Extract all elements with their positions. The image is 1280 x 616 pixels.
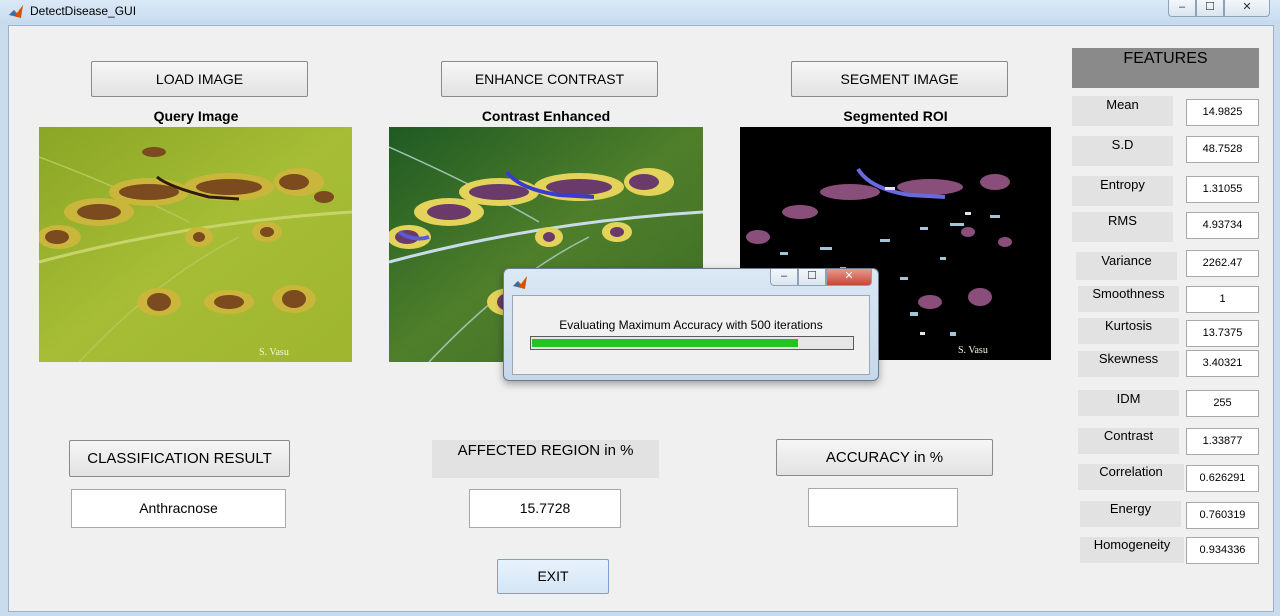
feature-label-skewness: Skewness <box>1078 351 1179 377</box>
segmented-roi-caption: Segmented ROI <box>843 108 948 124</box>
maximize-button[interactable]: ☐ <box>1196 0 1224 17</box>
title-bar: DetectDisease_GUI – ☐ ✕ <box>0 0 1280 24</box>
feature-value-homogeneity: 0.934336 <box>1186 537 1259 564</box>
load-image-button[interactable]: LOAD IMAGE <box>91 61 308 97</box>
feature-label-mean: Mean <box>1072 96 1173 126</box>
progress-bar-fill <box>532 339 798 347</box>
feature-label-energy: Energy <box>1080 501 1181 527</box>
accuracy-field <box>808 488 958 527</box>
matlab-icon <box>513 276 527 289</box>
feature-label-correlation: Correlation <box>1078 464 1184 490</box>
close-button[interactable]: ✕ <box>1224 0 1270 17</box>
enhance-contrast-button[interactable]: ENHANCE CONTRAST <box>441 61 658 97</box>
features-header: FEATURES <box>1072 48 1259 88</box>
exit-button[interactable]: EXIT <box>497 559 609 594</box>
feature-value-sd: 48.7528 <box>1186 136 1259 163</box>
feature-label-variance: Variance <box>1076 252 1177 280</box>
feature-label-smoothness: Smoothness <box>1078 286 1179 312</box>
feature-value-contrast: 1.33877 <box>1186 428 1259 455</box>
dialog-minimize-button[interactable]: – <box>770 269 798 286</box>
feature-value-correlation: 0.626291 <box>1186 465 1259 492</box>
feature-value-entropy: 1.31055 <box>1186 176 1259 203</box>
feature-label-entropy: Entropy <box>1072 176 1173 206</box>
query-image-caption: Query Image <box>153 108 239 124</box>
feature-label-rms: RMS <box>1072 212 1173 242</box>
segment-image-button[interactable]: SEGMENT IMAGE <box>791 61 1008 97</box>
feature-label-idm: IDM <box>1078 390 1179 416</box>
feature-label-sd: S.D <box>1072 136 1173 166</box>
feature-value-smoothness: 1 <box>1186 286 1259 313</box>
feature-label-contrast: Contrast <box>1078 428 1179 454</box>
classification-result-field: Anthracnose <box>71 489 286 528</box>
main-window: DetectDisease_GUI – ☐ ✕ LOAD IMAGE ENHAN… <box>0 0 1280 616</box>
query-image: S. Vasu <box>39 127 352 362</box>
feature-label-homogeneity: Homogeneity <box>1080 537 1184 563</box>
minimize-button[interactable]: – <box>1168 0 1196 17</box>
dialog-body: Evaluating Maximum Accuracy with 500 ite… <box>512 295 870 375</box>
window-title: DetectDisease_GUI <box>30 4 137 18</box>
dialog-close-button[interactable]: ✕ <box>826 269 872 286</box>
feature-value-idm: 255 <box>1186 390 1259 417</box>
feature-value-mean: 14.9825 <box>1186 99 1259 126</box>
query-watermark: S. Vasu <box>259 347 289 358</box>
affected-region-label: AFFECTED REGION in % <box>432 440 659 478</box>
feature-label-kurtosis: Kurtosis <box>1078 318 1179 344</box>
classification-result-button[interactable]: CLASSIFICATION RESULT <box>69 440 290 477</box>
dialog-maximize-button[interactable]: ☐ <box>798 269 826 286</box>
feature-value-kurtosis: 13.7375 <box>1186 320 1259 347</box>
feature-value-energy: 0.760319 <box>1186 502 1259 529</box>
roi-watermark: S. Vasu <box>958 345 988 356</box>
accuracy-button[interactable]: ACCURACY in % <box>776 439 993 476</box>
feature-value-variance: 2262.47 <box>1186 250 1259 277</box>
affected-region-field: 15.7728 <box>469 489 621 528</box>
progress-message: Evaluating Maximum Accuracy with 500 ite… <box>559 318 823 332</box>
matlab-icon <box>9 5 23 18</box>
feature-value-rms: 4.93734 <box>1186 212 1259 239</box>
progress-dialog: – ☐ ✕ Evaluating Maximum Accuracy with 5… <box>503 268 879 381</box>
progress-bar <box>530 336 854 350</box>
contrast-enhanced-caption: Contrast Enhanced <box>481 108 611 124</box>
feature-value-skewness: 3.40321 <box>1186 350 1259 377</box>
